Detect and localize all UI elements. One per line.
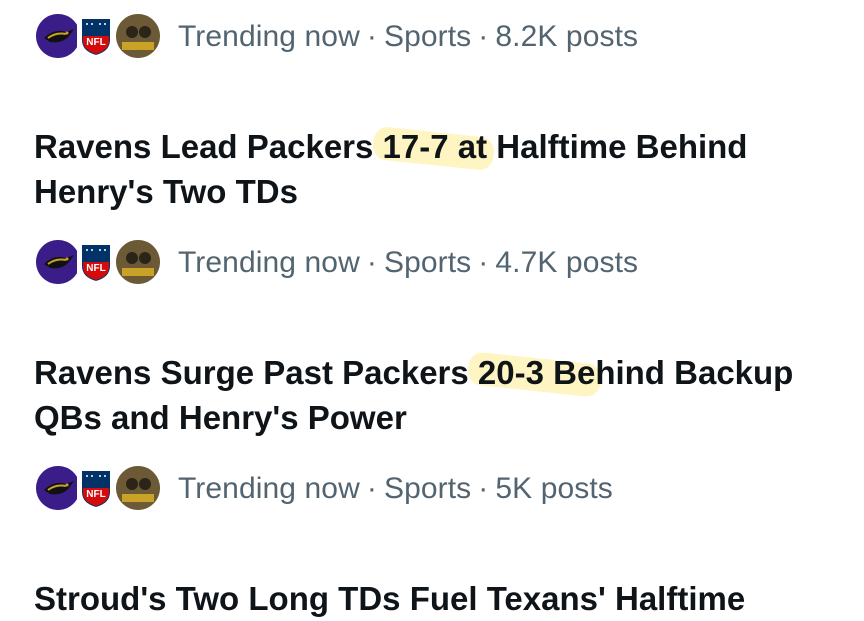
- headline-text: Halftime Behind: [487, 128, 748, 165]
- ravens-logo-icon: [36, 466, 80, 510]
- svg-text:NFL: NFL: [86, 37, 105, 48]
- headline-text: Stroud's Two Long TDs Fuel Texans' Halft…: [34, 580, 746, 617]
- nfl-shield-icon: NFL: [77, 240, 115, 284]
- highlight-mark: 17-7 at: [383, 124, 488, 169]
- highlight-mark: 20-3 Be: [478, 350, 595, 395]
- trend-post-count: 5K posts: [495, 472, 613, 505]
- trend-category: Sports: [383, 246, 472, 279]
- trend-headline-2[interactable]: Ravens Lead Packers 17-7 at Halftime Beh…: [34, 124, 824, 214]
- svg-text:NFL: NFL: [86, 263, 105, 274]
- trend-meta-row-3[interactable]: NFL Trending now · Sports · 5K posts: [36, 465, 613, 513]
- trend-avatars: NFL: [36, 239, 160, 287]
- trend-status: Trending now: [178, 472, 360, 505]
- trend-status: Trending now: [178, 246, 360, 279]
- trend-post-count: 8.2K posts: [495, 20, 639, 53]
- trend-avatars: NFL: [36, 13, 160, 61]
- trend-category: Sports: [383, 20, 472, 53]
- trending-feed: NFL Trending now · Sports · 8.2K posts Raven…: [0, 0, 864, 617]
- trend-category: Sports: [383, 472, 472, 505]
- svg-text:NFL: NFL: [86, 489, 105, 500]
- trend-meta: Trending now · Sports · 5K posts: [178, 472, 613, 505]
- trend-headline-3[interactable]: Ravens Surge Past Packers 20-3 Behind Ba…: [34, 350, 824, 440]
- trend-avatars: NFL: [36, 465, 160, 513]
- trend-status: Trending now: [178, 20, 360, 53]
- headline-text: Ravens Lead Packers: [34, 128, 383, 165]
- fan-avatar-icon: [116, 466, 160, 510]
- trend-headline-4[interactable]: Stroud's Two Long TDs Fuel Texans' Halft…: [34, 576, 824, 621]
- nfl-shield-icon: NFL: [77, 466, 115, 510]
- trend-post-count: 4.7K posts: [495, 246, 639, 279]
- fan-avatar-icon: [116, 14, 160, 58]
- fan-avatar-icon: [116, 240, 160, 284]
- ravens-logo-icon: [36, 14, 80, 58]
- headline-text: Ravens Surge Past Packers: [34, 354, 478, 391]
- ravens-logo-icon: [36, 240, 80, 284]
- headline-text-line2: Henry's Two TDs: [34, 173, 298, 210]
- trend-meta: Trending now · Sports · 4.7K posts: [178, 246, 639, 279]
- trend-meta: Trending now · Sports · 8.2K posts: [178, 20, 639, 53]
- trend-meta-row-2[interactable]: NFL Trending now · Sports · 4.7K posts: [36, 239, 638, 287]
- headline-text-line2: QBs and Henry's Power: [34, 399, 407, 436]
- nfl-shield-icon: NFL: [77, 14, 115, 58]
- headline-text: hind Backup: [595, 354, 794, 391]
- trend-meta-row-1[interactable]: NFL Trending now · Sports · 8.2K posts: [36, 13, 638, 61]
